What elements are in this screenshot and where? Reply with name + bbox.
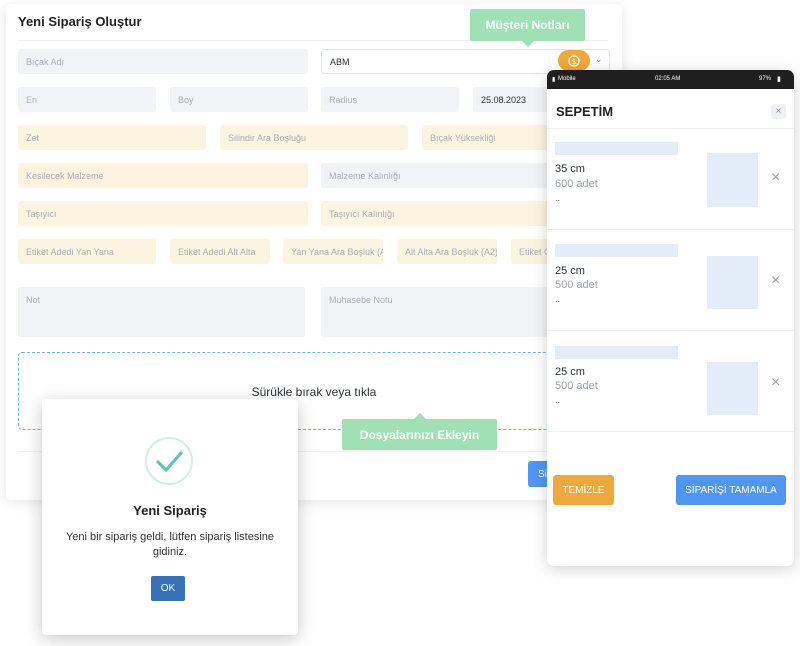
width-input[interactable]: En — [18, 87, 156, 112]
label-count-side-input[interactable]: Etiket Adedi Yan Yana — [18, 239, 156, 264]
remove-item-icon[interactable]: × — [771, 272, 780, 290]
customer-select-value: ABM — [330, 56, 350, 67]
new-order-modal: Yeni Sipariş Yeni bir sipariş geldi, lüt… — [42, 399, 298, 635]
carrier-input[interactable]: Taşıyıcı — [18, 201, 308, 226]
item-extra: .. — [555, 193, 561, 203]
cart-panel: ▮ Mobile 02:05 AM 97% ▮ SEPETİM × 35 cm … — [547, 70, 794, 566]
svg-text:$: $ — [572, 58, 576, 66]
item-image — [707, 153, 758, 207]
remove-item-icon[interactable]: × — [771, 374, 780, 392]
clear-cart-button[interactable]: TEMİZLE — [553, 475, 614, 505]
height-input[interactable]: Boy — [170, 87, 308, 112]
add-files-tooltip: Dosyalarınızı Ekleyin — [342, 413, 497, 450]
item-extra: .. — [555, 395, 561, 405]
item-size: 25 cm — [555, 265, 585, 277]
close-icon[interactable]: × — [771, 104, 786, 119]
dropzone-text: Sürükle bırak veya tıkla — [251, 385, 377, 399]
item-name-placeholder — [555, 346, 678, 359]
money-icon: $ — [568, 54, 580, 67]
customer-notes-button[interactable]: $ — [558, 50, 590, 71]
bottom-gap-input[interactable]: Alt Alta Ara Boşluk (A2) — [397, 239, 497, 264]
ok-button[interactable]: OK — [151, 576, 185, 601]
item-extra: .. — [555, 294, 561, 304]
item-qty: 500 adet — [555, 279, 598, 291]
phone-status-bar: ▮ Mobile 02:05 AM 97% ▮ — [547, 70, 794, 89]
complete-order-button[interactable]: SİPARİŞİ TAMAMLA — [676, 475, 786, 505]
knife-name-input[interactable]: Bıçak Adı — [18, 49, 308, 74]
material-input[interactable]: Kesilecek Malzeme — [18, 163, 308, 188]
item-qty: 500 adet — [555, 380, 598, 392]
zet-input[interactable]: Zet — [18, 125, 206, 150]
label-count-bottom-input[interactable]: Etiket Adedi Alt Alta — [170, 239, 270, 264]
cart-item: 25 cm 500 adet .. × — [547, 331, 794, 431]
customer-notes-tooltip: Müşteri Notları — [470, 9, 585, 47]
modal-message: Yeni bir sipariş geldi, lütfen sipariş l… — [65, 531, 275, 558]
side-gap-input[interactable]: Yan Yana Ara Boşluk (A — [283, 239, 383, 264]
page-title: Yeni Sipariş Oluştur — [18, 14, 142, 29]
cart-item: 35 cm 600 adet .. × — [547, 129, 794, 229]
chevron-down-icon[interactable]: ⌄ — [595, 54, 603, 65]
signal-icon: ▮ — [552, 77, 556, 83]
status-carrier: Mobile — [558, 76, 576, 82]
item-size: 25 cm — [555, 366, 585, 378]
remove-item-icon[interactable]: × — [771, 169, 780, 187]
cart-item: 25 cm 500 adet .. × — [547, 230, 794, 330]
note-textarea[interactable]: Not — [18, 287, 305, 337]
item-qty: 600 adet — [555, 178, 598, 190]
item-size: 35 cm — [555, 163, 585, 175]
status-battery: 97% — [759, 76, 772, 82]
battery-icon: ▮ — [777, 76, 781, 83]
modal-title: Yeni Sipariş — [133, 503, 207, 518]
item-image — [707, 362, 758, 415]
radius-input[interactable]: Radius — [321, 87, 459, 112]
item-name-placeholder — [555, 244, 678, 257]
divider — [547, 431, 794, 432]
item-name-placeholder — [555, 142, 678, 155]
cart-title: SEPETİM — [556, 104, 614, 119]
status-time: 02:05 AM — [655, 76, 681, 82]
cylinder-gap-input[interactable]: Silindir Ara Boşluğu — [220, 125, 408, 150]
success-check-icon — [145, 437, 193, 485]
item-image — [707, 256, 758, 309]
